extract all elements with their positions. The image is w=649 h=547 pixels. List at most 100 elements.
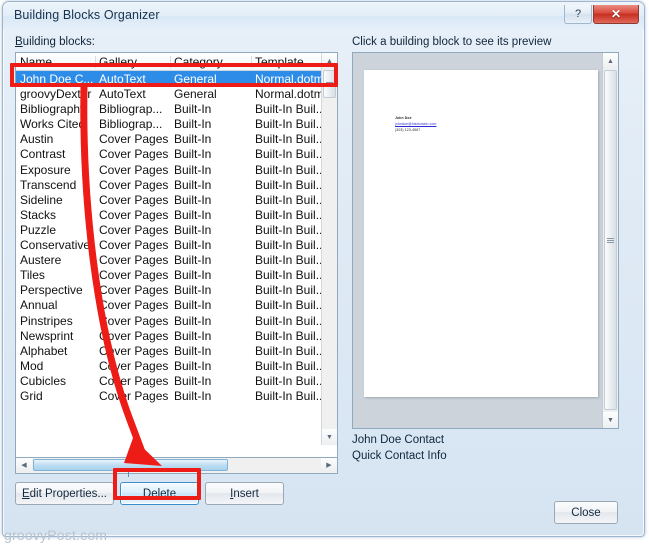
table-row[interactable]: Bibliography Bibliograp... Built-In Built-I… (16, 101, 337, 116)
table-row[interactable]: Cubicles Cover Pages Built-In Built-In Buil… (16, 373, 337, 388)
cell-category: General (174, 87, 217, 102)
cell-name: Alphabet (20, 343, 68, 358)
cell-gallery: Cover Pages (99, 283, 169, 298)
cell-template: Built-In Buil... (255, 283, 326, 298)
list-vertical-scrollbar[interactable]: ▲ ▼ (321, 53, 337, 445)
table-row[interactable]: Conservative Cover Pages Built-In Built-In … (16, 237, 337, 252)
cell-category: Built-In (174, 388, 212, 403)
cell-gallery: Cover Pages (99, 207, 169, 222)
preview-contact-name: John Doe (395, 116, 412, 120)
annotation-box-selected-row (10, 63, 338, 87)
cell-name: Cubicles (20, 373, 67, 388)
title-bar: Building Blocks Organizer ? ✕ (3, 2, 644, 30)
window-controls: ? ✕ (564, 5, 639, 24)
cell-template: Built-In Buil... (255, 268, 326, 283)
cell-category: Built-In (174, 238, 212, 253)
preview-scroll-thumb[interactable] (604, 70, 617, 410)
cell-template: Built-In Buil... (255, 328, 326, 343)
cell-name: Perspective (20, 283, 83, 298)
cell-template: Built-In Buil... (255, 207, 326, 222)
table-row[interactable]: Austin Cover Pages Built-In Built-In Buil..… (16, 131, 337, 146)
cell-category: Built-In (174, 358, 212, 373)
table-row[interactable]: Austere Cover Pages Built-In Built-In Buil.… (16, 252, 337, 267)
watermark: groovyPost.com (4, 527, 108, 543)
cell-gallery: Cover Pages (99, 177, 169, 192)
table-row[interactable]: groovyDexter AutoText General Normal.dotm (16, 86, 337, 101)
cell-template: Built-In Buil... (255, 222, 326, 237)
cell-name: Tiles (20, 268, 45, 283)
table-row[interactable]: Newsprint Cover Pages Built-In Built-In Bui… (16, 328, 337, 343)
table-row[interactable]: Perspective Cover Pages Built-In Built-In B… (16, 282, 337, 297)
table-row[interactable]: Puzzle Cover Pages Built-In Built-In Buil..… (16, 222, 337, 237)
cell-category: Built-In (174, 132, 212, 147)
cell-name: Austin (20, 132, 54, 147)
cell-gallery: Cover Pages (99, 388, 169, 403)
cell-gallery: Cover Pages (99, 313, 169, 328)
cell-name: groovyDexter (20, 87, 92, 102)
cell-name: Pinstripes (20, 313, 73, 328)
table-row[interactable]: Alphabet Cover Pages Built-In Built-In Buil… (16, 343, 337, 358)
scroll-down-icon[interactable]: ▼ (603, 412, 618, 428)
scroll-right-icon[interactable]: ▶ (321, 458, 337, 472)
insert-button[interactable]: Insert (205, 482, 284, 505)
building-blocks-list[interactable]: Name Gallery Category Template John Doe … (15, 52, 338, 458)
cell-template: Built-In Buil... (255, 132, 326, 147)
cell-category: Built-In (174, 192, 212, 207)
list-rows: John Doe C... AutoText General Normal.dotm g… (16, 71, 337, 445)
cell-name: Transcend (20, 177, 77, 192)
cell-template: Built-In Buil... (255, 253, 326, 268)
cell-name: Bibliography (20, 102, 87, 117)
cell-gallery: AutoText (99, 87, 146, 102)
cell-category: Built-In (174, 328, 212, 343)
cell-name: Sideline (20, 192, 63, 207)
cell-template: Built-In Buil... (255, 192, 326, 207)
preview-contact-email[interactable]: johndoe@hisdomain.com (395, 122, 436, 126)
cell-name: Mod (20, 358, 44, 373)
scroll-left-icon[interactable]: ◀ (16, 458, 32, 472)
close-icon[interactable]: ✕ (593, 5, 639, 24)
cell-gallery: Cover Pages (99, 268, 169, 283)
preview-pane: John Doe johndoe@hisdomain.com (303) 123… (352, 52, 619, 429)
table-row[interactable]: Works Cited Bibliograp... Built-In Built-In… (16, 116, 337, 131)
cell-gallery: Cover Pages (99, 238, 169, 253)
close-button[interactable]: Close (554, 501, 618, 524)
scroll-up-icon[interactable]: ▲ (603, 53, 618, 69)
cell-name: Contrast (20, 147, 66, 162)
cell-template: Built-In Buil... (255, 388, 326, 403)
edit-properties-button[interactable]: Edit Properties... (15, 482, 114, 505)
table-row[interactable]: Tiles Cover Pages Built-In Built-In Buil... (16, 267, 337, 282)
cell-gallery: Cover Pages (99, 298, 169, 313)
cell-category: Built-In (174, 147, 212, 162)
cell-gallery: Cover Pages (99, 253, 169, 268)
cell-gallery: Bibliograp... (99, 102, 163, 117)
cell-template: Built-In Buil... (255, 177, 326, 192)
table-row[interactable]: Grid Cover Pages Built-In Built-In Buil... (16, 388, 337, 403)
table-row[interactable]: Contrast Cover Pages Built-In Built-In Buil… (16, 146, 337, 161)
cell-gallery: Bibliograp... (99, 117, 163, 132)
cell-template: Built-In Buil... (255, 147, 326, 162)
preview-vertical-scrollbar[interactable]: ▲ ▼ (602, 53, 618, 428)
cell-template: Built-In Buil... (255, 298, 326, 313)
help-button[interactable]: ? (564, 5, 592, 24)
table-row[interactable]: Stacks Cover Pages Built-In Built-In Buil..… (16, 207, 337, 222)
screenshot-root: Building Blocks Organizer ? ✕ Building b… (0, 0, 649, 547)
table-row[interactable]: Pinstripes Cover Pages Built-In Built-In Bu… (16, 313, 337, 328)
cell-category: Built-In (174, 102, 212, 117)
table-row[interactable]: Transcend Cover Pages Built-In Built-In Bui… (16, 177, 337, 192)
cell-gallery: Cover Pages (99, 147, 169, 162)
cell-template: Normal.dotm (255, 87, 324, 102)
cell-template: Built-In Buil... (255, 358, 326, 373)
table-row[interactable]: Sideline Cover Pages Built-In Built-In Buil… (16, 192, 337, 207)
table-row[interactable]: Mod Cover Pages Built-In Built-In Buil... (16, 358, 337, 373)
cell-template: Built-In Buil... (255, 313, 326, 328)
scroll-down-icon[interactable]: ▼ (322, 429, 337, 445)
preview-contact-phone: (303) 123-4567 (395, 128, 421, 132)
table-row[interactable]: Annual Cover Pages Built-In Built-In Buil..… (16, 297, 337, 312)
cell-name: Stacks (20, 207, 57, 222)
cell-gallery: Cover Pages (99, 132, 169, 147)
cell-gallery: Cover Pages (99, 343, 169, 358)
cell-gallery: Cover Pages (99, 192, 169, 207)
cell-template: Built-In Buil... (255, 162, 326, 177)
preview-page: John Doe johndoe@hisdomain.com (303) 123… (364, 70, 598, 397)
table-row[interactable]: Exposure Cover Pages Built-In Built-In Buil… (16, 162, 337, 177)
